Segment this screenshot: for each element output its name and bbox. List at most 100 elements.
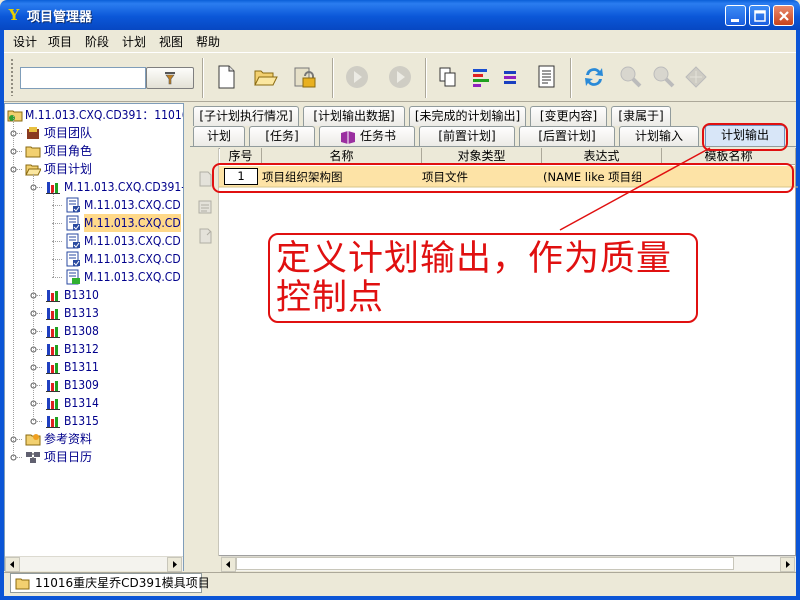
tree-item-b1314[interactable]: B1314 — [5, 394, 183, 412]
gantt-plan-icon — [46, 290, 60, 302]
zoom-out-icon[interactable] — [650, 63, 678, 91]
tree-item-label: 参考资料 — [44, 432, 93, 446]
maximize-button[interactable] — [749, 5, 770, 26]
tree-item-subplan-3[interactable]: M.11.013.CXQ.CD — [5, 232, 183, 250]
grid-scroll-right-button[interactable] — [780, 557, 795, 572]
tab-changes[interactable]: [变更内容] — [530, 106, 607, 126]
tree-item-b1310[interactable]: B1310 — [5, 286, 183, 304]
tree-item-label: 项目角色 — [44, 144, 93, 158]
book-icon — [341, 131, 355, 144]
callout-text: 定义计划输出，作为质量 控制点 — [276, 240, 696, 318]
menu-view[interactable]: 视图 — [159, 33, 183, 50]
grid-scroll-thumb[interactable] — [236, 557, 734, 570]
bar-colors-icon[interactable] — [467, 63, 495, 91]
tab-predecessor[interactable]: [前置计划] — [419, 126, 515, 146]
tree-item-b1315[interactable]: B1315 — [5, 412, 183, 430]
tree-item-b1312[interactable]: B1312 — [5, 340, 183, 358]
grid-scroll-left-button[interactable] — [221, 557, 236, 572]
tree-item-label: M.11.013.CXQ.CD — [84, 270, 181, 284]
tree-connector — [52, 277, 62, 278]
delete-row-icon[interactable] — [196, 227, 214, 245]
edit-row-icon[interactable] — [196, 198, 214, 216]
tab-task-book-label: 任务书 — [360, 129, 397, 143]
tab-plan-output-data[interactable]: [计划输出数据] — [303, 106, 405, 126]
tab-subplan-status[interactable]: [子计划执行情况] — [193, 106, 299, 126]
project-tree[interactable]: M.11.013.CXQ.CD391：11016 项目团队 项目角色 项目计划 M.11… — [4, 103, 184, 571]
tree-item-b1308[interactable]: B1308 — [5, 322, 183, 340]
tree-item-label: B1314 — [64, 396, 99, 410]
tree-item-roles[interactable]: 项目角色 — [5, 142, 183, 160]
gantt-plan-icon — [46, 398, 60, 410]
gantt-plan-icon — [46, 380, 60, 392]
tab-task-book[interactable]: 任务书 — [319, 126, 415, 146]
tree-item-subplan-2[interactable]: M.11.013.CXQ.CD — [5, 214, 183, 232]
tree-item-team[interactable]: 项目团队 — [5, 124, 183, 142]
tree-rail — [13, 116, 14, 457]
tree-item-label: B1311 — [64, 360, 99, 374]
document-icon — [66, 269, 80, 285]
team-icon — [27, 127, 39, 139]
menu-help[interactable]: 帮助 — [196, 33, 220, 50]
menu-design[interactable]: 设计 — [13, 33, 37, 50]
tree-item-label: B1312 — [64, 342, 99, 356]
tree-item-subplan-1[interactable]: M.11.013.CXQ.CD — [5, 196, 183, 214]
tree-item-calendar[interactable]: 项目日历 — [5, 448, 183, 466]
app-logo-icon: Y — [8, 6, 20, 24]
lock-icon[interactable] — [290, 63, 318, 91]
tree-item-b1313[interactable]: B1313 — [5, 304, 183, 322]
minimize-button[interactable] — [725, 5, 746, 26]
toolbar-separator — [570, 58, 572, 98]
tree-item-references[interactable]: 参考资料 — [5, 430, 183, 448]
arrow-left-icon — [10, 561, 14, 568]
tab-unfinished-output[interactable]: [未完成的计划输出] — [409, 106, 526, 126]
tree-item-label: B1313 — [64, 306, 99, 320]
tree-rail — [33, 174, 34, 421]
scroll-left-button[interactable] — [5, 557, 20, 572]
zoom-in-icon[interactable] — [617, 63, 645, 91]
window-title: 项目管理器 — [27, 10, 93, 25]
menu-plan[interactable]: 计划 — [122, 33, 146, 50]
project-tab[interactable]: 11016重庆星乔CD391模具项目 — [10, 573, 210, 593]
tree-item-label: M.11.013.CXQ.CD — [84, 214, 181, 232]
tree-horizontal-scrollbar[interactable] — [5, 556, 183, 572]
tree-item-label: M.11.013.CXQ.CD — [84, 234, 181, 248]
tab-plan[interactable]: 计划 — [193, 126, 245, 146]
maximize-icon — [754, 10, 766, 22]
arrow-left-icon — [226, 561, 230, 568]
play-disabled-icon[interactable] — [343, 63, 371, 91]
window-frame-right — [796, 30, 800, 600]
tree-item-plan[interactable]: 项目计划 — [5, 160, 183, 178]
forward-disabled-icon[interactable] — [386, 63, 414, 91]
tree-item-label: M.11.013.CXQ.CD — [84, 252, 181, 266]
gantt-plan-icon — [46, 362, 60, 374]
refresh-icon[interactable] — [580, 63, 608, 91]
scroll-right-button[interactable] — [167, 557, 182, 572]
tree-item-b1309[interactable]: B1309 — [5, 376, 183, 394]
tree-item-subplan-5[interactable]: M.11.013.CXQ.CD — [5, 268, 183, 286]
menu-stage[interactable]: 阶段 — [85, 33, 109, 50]
tree-item-label: 项目计划 — [44, 162, 93, 176]
document-list-icon[interactable] — [533, 63, 561, 91]
folder-icon — [25, 146, 41, 158]
gantt-plan-icon — [46, 308, 60, 320]
search-input[interactable] — [20, 67, 146, 89]
project-tab-label: 11016重庆星乔CD391模具项目 — [35, 576, 210, 590]
diamond-icon[interactable] — [682, 63, 710, 91]
tree-item-b1311[interactable]: B1311 — [5, 358, 183, 376]
minimize-icon — [731, 19, 739, 22]
toolbar-grip[interactable] — [10, 58, 14, 96]
new-document-icon[interactable] — [212, 63, 240, 91]
copy-icon[interactable] — [434, 63, 462, 91]
menu-project[interactable]: 项目 — [48, 33, 72, 50]
search-button[interactable] — [146, 67, 194, 89]
title-bar[interactable] — [0, 0, 800, 30]
tree-item-subplan-4[interactable]: M.11.013.CXQ.CD — [5, 250, 183, 268]
tab-tasks[interactable]: [任务] — [249, 126, 315, 146]
bar-compact-icon[interactable] — [497, 63, 525, 91]
tree-item-label: 项目日历 — [44, 450, 93, 464]
callout-line-2: 控制点 — [276, 278, 385, 318]
close-button[interactable] — [773, 5, 794, 26]
tab-belongs-to[interactable]: [隶属于] — [611, 106, 671, 126]
open-folder-icon[interactable] — [251, 63, 279, 91]
tree-item-plan-root[interactable]: M.11.013.CXQ.CD391- — [5, 178, 183, 196]
